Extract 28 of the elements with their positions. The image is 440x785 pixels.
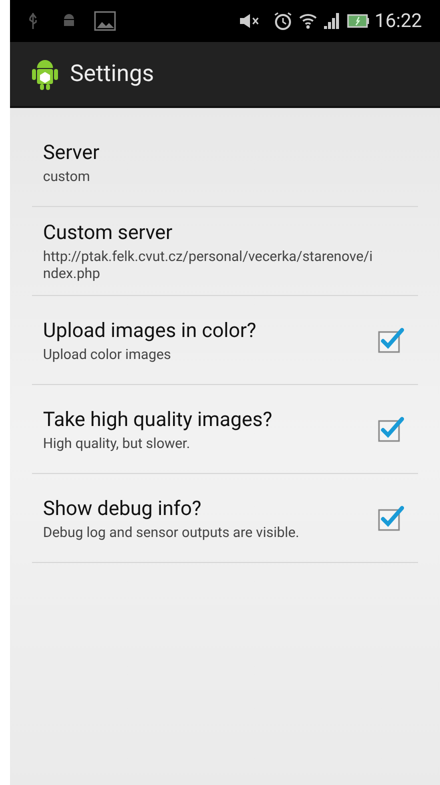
image-icon bbox=[94, 11, 116, 31]
preference-summary: Upload color images bbox=[43, 346, 172, 364]
preference-row[interactable]: Show debug info? Debug log and sensor outputs are visible. bbox=[32, 474, 418, 563]
checkbox[interactable] bbox=[378, 505, 404, 531]
mute-icon bbox=[238, 13, 261, 29]
android-icon bbox=[62, 13, 76, 29]
preference-title: Show debug info? bbox=[43, 494, 202, 520]
preference-summary: http://ptak.felk.cvut.cz/personal/vecerka/starenove/index.php bbox=[43, 249, 374, 283]
preference-row[interactable]: Upload images in color? Upload color images bbox=[32, 296, 418, 385]
wifi-icon bbox=[298, 12, 317, 30]
preference-summary: High quality, but slower. bbox=[43, 436, 192, 452]
signal-icon bbox=[322, 12, 341, 30]
clock-time: 16:22 bbox=[374, 8, 422, 34]
preference-title: Custom server bbox=[43, 219, 174, 245]
checkbox[interactable] bbox=[378, 416, 404, 442]
usb-icon bbox=[28, 12, 38, 30]
preference-title: Upload images in color? bbox=[43, 316, 258, 342]
checkbox[interactable] bbox=[378, 327, 404, 353]
preference-summary: Debug log and sensor outputs are visible. bbox=[43, 524, 300, 542]
preference-summary: custom bbox=[43, 168, 91, 186]
preference-row[interactable]: Custom server http://ptak.felk.cvut.cz/personal/vecerka/starenove/index.php bbox=[32, 207, 418, 296]
screen-title: Settings bbox=[70, 58, 154, 89]
alarm-icon bbox=[272, 11, 293, 31]
battery-icon bbox=[346, 14, 369, 28]
preference-title: Server bbox=[43, 138, 100, 164]
preference-row[interactable]: Server custom bbox=[32, 118, 418, 207]
preference-title: Take high quality images? bbox=[43, 406, 274, 432]
preference-row[interactable]: Take high quality images? High quality, but slower. bbox=[32, 385, 418, 474]
